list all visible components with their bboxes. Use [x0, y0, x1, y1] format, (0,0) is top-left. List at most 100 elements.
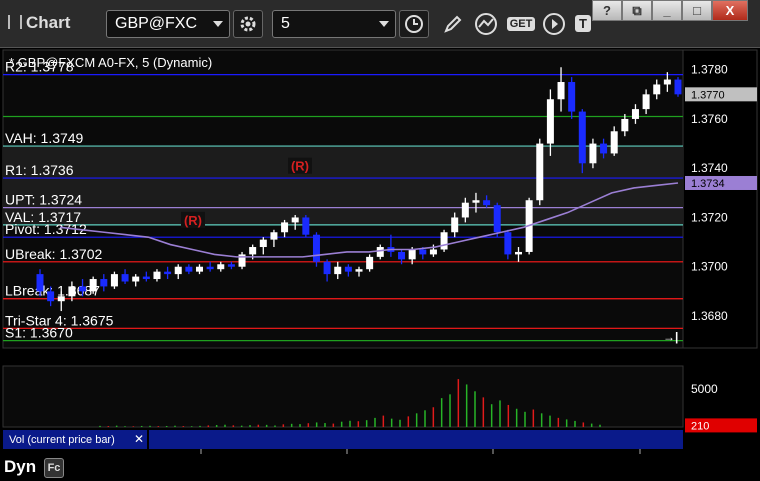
candle-body	[674, 79, 682, 95]
candle-body	[653, 84, 661, 95]
candle-body	[568, 82, 576, 112]
candle-body	[483, 200, 491, 206]
candle-body	[546, 99, 554, 144]
candle-body	[121, 274, 129, 282]
candle-body	[515, 251, 522, 255]
scroll-end-icon[interactable]: →|	[663, 330, 678, 344]
text-label: T	[575, 15, 591, 32]
candle-body	[663, 79, 671, 85]
minimize-button[interactable]: _	[652, 0, 682, 21]
candle-body	[642, 94, 650, 110]
candle-body	[217, 264, 225, 270]
tile-button[interactable]: ⧉	[622, 0, 652, 21]
pencil-icon[interactable]	[438, 10, 468, 38]
annotation-r: (R)	[291, 159, 309, 174]
candle-body	[100, 279, 108, 287]
symbol-value: GBP@FXC	[115, 15, 198, 32]
candle-body	[47, 291, 55, 302]
y-tick-label: 1.3720	[691, 210, 728, 224]
interval-value: 5	[281, 15, 290, 32]
y-tick-label: 1.3760	[691, 112, 728, 126]
text-icon[interactable]: T	[572, 10, 594, 38]
restore-button[interactable]: □	[682, 0, 712, 21]
candle-body	[57, 296, 65, 302]
candle-body	[472, 200, 480, 203]
chevron-down-icon[interactable]	[213, 21, 223, 27]
symbol-combo[interactable]: GBP@FXC	[106, 10, 230, 38]
candle-body	[376, 247, 384, 257]
interval-combo[interactable]: 5	[272, 10, 396, 38]
candle-body	[206, 266, 214, 270]
mode-label: Dyn	[4, 457, 37, 476]
candle-body	[312, 234, 320, 262]
volume-pane	[2, 365, 684, 428]
toolbar: Chart GBP@FXC 5 GET T ? ⧉ _ □ X	[0, 0, 760, 48]
price-chart[interactable]: R2: 1.3778VAH: 1.3749R1: 1.3736UPT: 1.37…	[0, 48, 760, 455]
level-label: S1: 1.3670	[5, 325, 73, 341]
candle-body	[174, 266, 182, 275]
candle-body	[196, 266, 203, 272]
level-label: VAH: 1.3749	[5, 130, 84, 146]
window-controls: ? ⧉ _ □ X	[592, 0, 748, 22]
fc-icon[interactable]: Fc	[44, 458, 64, 478]
candle-body	[610, 131, 618, 154]
get-label: GET	[506, 17, 536, 31]
clock-icon[interactable]	[399, 10, 429, 38]
candle-body	[504, 232, 512, 255]
candle-body	[334, 266, 342, 275]
play-icon[interactable]	[539, 10, 569, 38]
candle-body	[302, 217, 310, 235]
help-button[interactable]: ?	[592, 0, 622, 21]
candle-body	[227, 264, 235, 267]
y-tick-label: 1.3740	[691, 161, 728, 175]
volume-tick-label: 5000	[691, 382, 718, 396]
y-tick-label: 1.3780	[691, 63, 728, 77]
candle-body	[440, 232, 448, 250]
close-button[interactable]: X	[712, 0, 748, 21]
y-tick-label: 1.3680	[691, 309, 728, 323]
level-label: UPT: 1.3724	[5, 192, 82, 208]
chevron-down-icon[interactable]	[379, 21, 389, 27]
candle-body	[589, 143, 597, 164]
gear-icon[interactable]	[233, 10, 263, 38]
candle-body	[291, 217, 299, 223]
candle-body	[79, 286, 87, 292]
candle-body	[323, 261, 331, 275]
candle-body	[68, 286, 76, 297]
candle-body	[429, 249, 437, 255]
candle-body	[355, 269, 363, 272]
candle-body	[536, 143, 544, 201]
candle-body	[281, 222, 289, 233]
annotation-r: (R)	[184, 213, 202, 228]
chart-window-icon	[8, 15, 22, 29]
candle-body	[89, 279, 97, 292]
candle-body	[557, 82, 565, 100]
candle-body	[451, 217, 459, 233]
candle-body	[578, 111, 586, 164]
candle-body	[36, 274, 44, 292]
volume-strip-fill	[149, 430, 683, 449]
candle-body	[110, 274, 118, 287]
candle-body	[132, 276, 140, 282]
close-icon[interactable]: ✕	[134, 432, 144, 446]
instrument-line: * GBP@FXCM A0-FX, 5 (Dynamic)	[9, 55, 213, 70]
price-tag-label: 1.3770	[691, 89, 725, 101]
candle-body	[270, 232, 278, 240]
candle-body	[142, 276, 150, 280]
candle-body	[164, 271, 172, 275]
status-bar	[0, 455, 760, 481]
level-label: R1: 1.3736	[5, 162, 74, 178]
level-label: UBreak: 1.3702	[5, 246, 102, 262]
candle-body	[461, 202, 469, 218]
volume-current-label: 210	[691, 420, 709, 432]
price-tag-label: 1.3734	[691, 178, 725, 190]
candle-body	[259, 239, 267, 248]
candle-body	[398, 251, 406, 260]
candle-body	[600, 143, 608, 154]
candle-body	[344, 266, 352, 272]
y-tick-label: 1.3700	[691, 260, 728, 274]
get-icon[interactable]: GET	[506, 10, 536, 38]
window-title-label: Chart	[26, 13, 71, 32]
window-title: Chart	[8, 13, 70, 33]
indicator-icon[interactable]	[472, 10, 502, 38]
